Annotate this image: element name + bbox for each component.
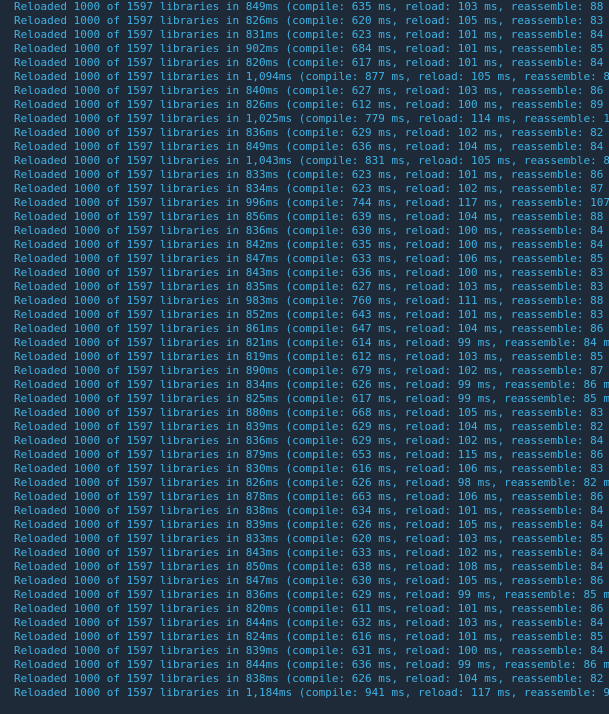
log-line: Reloaded 1000 of 1597 libraries in 844ms… (14, 616, 605, 630)
log-line: Reloaded 1000 of 1597 libraries in 820ms… (14, 602, 605, 616)
log-line: Reloaded 1000 of 1597 libraries in 838ms… (14, 672, 605, 686)
log-line: Reloaded 1000 of 1597 libraries in 878ms… (14, 490, 605, 504)
log-line: Reloaded 1000 of 1597 libraries in 852ms… (14, 308, 605, 322)
log-line: Reloaded 1000 of 1597 libraries in 839ms… (14, 644, 605, 658)
log-line: Reloaded 1000 of 1597 libraries in 861ms… (14, 322, 605, 336)
log-line: Reloaded 1000 of 1597 libraries in 839ms… (14, 518, 605, 532)
log-line: Reloaded 1000 of 1597 libraries in 844ms… (14, 658, 605, 672)
log-line: Reloaded 1000 of 1597 libraries in 856ms… (14, 210, 605, 224)
log-line: Reloaded 1000 of 1597 libraries in 825ms… (14, 392, 605, 406)
log-line: Reloaded 1000 of 1597 libraries in 890ms… (14, 364, 605, 378)
log-line: Reloaded 1000 of 1597 libraries in 835ms… (14, 280, 605, 294)
log-line: Reloaded 1000 of 1597 libraries in 821ms… (14, 336, 605, 350)
log-line: Reloaded 1000 of 1597 libraries in 840ms… (14, 84, 605, 98)
log-line: Reloaded 1000 of 1597 libraries in 838ms… (14, 504, 605, 518)
log-line: Reloaded 1000 of 1597 libraries in 833ms… (14, 532, 605, 546)
log-line: Reloaded 1000 of 1597 libraries in 831ms… (14, 28, 605, 42)
log-line: Reloaded 1000 of 1597 libraries in 1,025… (14, 112, 605, 126)
log-line: Reloaded 1000 of 1597 libraries in 847ms… (14, 574, 605, 588)
log-line: Reloaded 1000 of 1597 libraries in 820ms… (14, 56, 605, 70)
log-line: Reloaded 1000 of 1597 libraries in 843ms… (14, 266, 605, 280)
log-line: Reloaded 1000 of 1597 libraries in 836ms… (14, 588, 605, 602)
log-line: Reloaded 1000 of 1597 libraries in 836ms… (14, 126, 605, 140)
log-line: Reloaded 1000 of 1597 libraries in 842ms… (14, 238, 605, 252)
log-line: Reloaded 1000 of 1597 libraries in 824ms… (14, 630, 605, 644)
log-line: Reloaded 1000 of 1597 libraries in 819ms… (14, 350, 605, 364)
log-line: Reloaded 1000 of 1597 libraries in 1,094… (14, 70, 605, 84)
log-line: Reloaded 1000 of 1597 libraries in 849ms… (14, 0, 605, 14)
log-output: Reloaded 1000 of 1597 libraries in 849ms… (0, 0, 609, 704)
log-line: Reloaded 1000 of 1597 libraries in 879ms… (14, 448, 605, 462)
log-line: Reloaded 1000 of 1597 libraries in 902ms… (14, 42, 605, 56)
log-line: Reloaded 1000 of 1597 libraries in 880ms… (14, 406, 605, 420)
log-line: Reloaded 1000 of 1597 libraries in 843ms… (14, 546, 605, 560)
log-line: Reloaded 1000 of 1597 libraries in 826ms… (14, 14, 605, 28)
log-line: Reloaded 1000 of 1597 libraries in 836ms… (14, 434, 605, 448)
log-line: Reloaded 1000 of 1597 libraries in 830ms… (14, 462, 605, 476)
log-line: Reloaded 1000 of 1597 libraries in 826ms… (14, 98, 605, 112)
log-line: Reloaded 1000 of 1597 libraries in 826ms… (14, 476, 605, 490)
log-line: Reloaded 1000 of 1597 libraries in 1,184… (14, 686, 605, 700)
log-line: Reloaded 1000 of 1597 libraries in 834ms… (14, 182, 605, 196)
log-line: Reloaded 1000 of 1597 libraries in 834ms… (14, 378, 605, 392)
log-line: Reloaded 1000 of 1597 libraries in 847ms… (14, 252, 605, 266)
log-line: Reloaded 1000 of 1597 libraries in 836ms… (14, 224, 605, 238)
log-line: Reloaded 1000 of 1597 libraries in 850ms… (14, 560, 605, 574)
log-line: Reloaded 1000 of 1597 libraries in 849ms… (14, 140, 605, 154)
log-line: Reloaded 1000 of 1597 libraries in 833ms… (14, 168, 605, 182)
log-line: Reloaded 1000 of 1597 libraries in 839ms… (14, 420, 605, 434)
log-line: Reloaded 1000 of 1597 libraries in 983ms… (14, 294, 605, 308)
log-line: Reloaded 1000 of 1597 libraries in 1,043… (14, 154, 605, 168)
log-line: Reloaded 1000 of 1597 libraries in 996ms… (14, 196, 605, 210)
